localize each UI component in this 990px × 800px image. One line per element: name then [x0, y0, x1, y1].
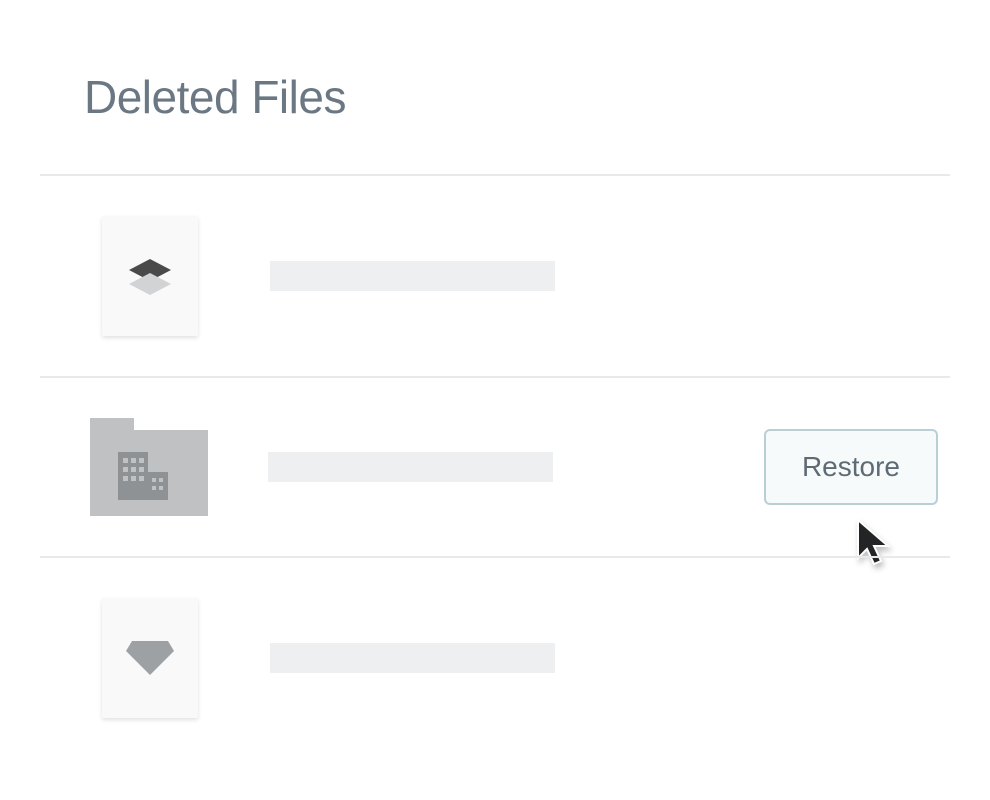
- file-row[interactable]: [40, 174, 950, 376]
- file-name-placeholder: [270, 261, 555, 291]
- diamond-icon: [126, 639, 174, 677]
- folder-thumbnail: [90, 418, 208, 516]
- file-row[interactable]: Restore: [40, 376, 950, 556]
- folder-building-icon: [90, 418, 208, 516]
- file-thumbnail-wrapper: [90, 598, 210, 718]
- file-row[interactable]: [40, 556, 950, 758]
- file-thumbnail-wrapper: [90, 216, 210, 336]
- page-title: Deleted Files: [40, 0, 950, 174]
- file-name-placeholder: [268, 452, 553, 482]
- file-thumbnail: [102, 598, 198, 718]
- layers-icon: [127, 255, 173, 297]
- deleted-files-list: Restore: [40, 174, 950, 758]
- file-name-placeholder: [270, 643, 555, 673]
- file-thumbnail: [102, 216, 198, 336]
- restore-button[interactable]: Restore: [764, 429, 938, 505]
